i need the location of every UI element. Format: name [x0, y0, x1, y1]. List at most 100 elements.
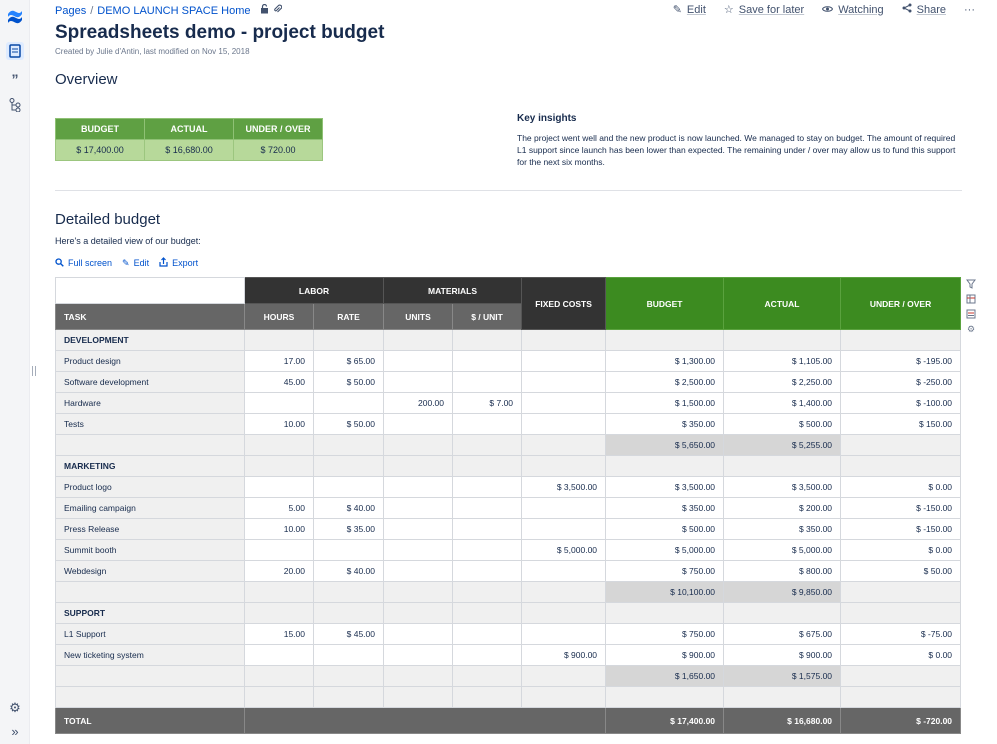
cell-hours[interactable]	[244, 644, 314, 666]
lock-icon[interactable]	[260, 3, 269, 17]
cell-per-unit[interactable]	[452, 560, 523, 582]
cell-per-unit[interactable]	[452, 476, 523, 498]
cell-under-over[interactable]: $ -75.00	[840, 623, 962, 645]
cell-budget[interactable]: $ 350.00	[605, 497, 725, 519]
save-for-later-button[interactable]: ☆ Save for later	[724, 3, 804, 17]
cell-hours[interactable]: 17.00	[244, 350, 314, 372]
cell-task[interactable]: Press Release	[55, 518, 245, 540]
cell-task[interactable]: Hardware	[55, 392, 245, 414]
cell-hours[interactable]: 45.00	[244, 371, 314, 393]
expand-icon[interactable]: »	[6, 722, 24, 740]
cell-fixed-costs[interactable]	[521, 350, 607, 372]
cell-rate[interactable]: $ 35.00	[312, 518, 385, 540]
quote-icon[interactable]: ”	[6, 70, 24, 88]
cell-rate[interactable]: $ 50.00	[312, 413, 385, 435]
cell-task[interactable]: Software development	[55, 371, 245, 393]
cell-actual[interactable]: $ 2,250.00	[723, 371, 842, 393]
cell-fixed-costs[interactable]	[521, 560, 607, 582]
cell-actual[interactable]: $ 5,000.00	[723, 539, 842, 561]
cell-actual[interactable]: $ 500.00	[723, 413, 842, 435]
cell-actual[interactable]: $ 350.00	[723, 518, 842, 540]
cell-under-over[interactable]: $ 0.00	[840, 644, 962, 666]
cell-task[interactable]: L1 Support	[55, 623, 245, 645]
cell-per-unit[interactable]	[452, 371, 523, 393]
confluence-logo-icon[interactable]	[6, 8, 24, 26]
cell-task[interactable]: New ticketing system	[55, 644, 245, 666]
cell-units[interactable]	[383, 476, 454, 498]
cell-hours[interactable]: 10.00	[244, 413, 314, 435]
cell-fixed-costs[interactable]	[521, 413, 607, 435]
gear-icon[interactable]: ⚙	[967, 324, 975, 335]
cell-hours[interactable]	[244, 392, 314, 414]
cell-fixed-costs[interactable]: $ 900.00	[521, 644, 607, 666]
cell-rate[interactable]: $ 40.00	[312, 560, 385, 582]
cell-per-unit[interactable]	[452, 497, 523, 519]
cell-rate[interactable]: $ 45.00	[312, 623, 385, 645]
cell-under-over[interactable]: $ 0.00	[840, 476, 962, 498]
cell-actual[interactable]: $ 1,400.00	[723, 392, 842, 414]
cell-under-over[interactable]: $ -195.00	[840, 350, 962, 372]
filter-icon[interactable]	[966, 279, 976, 291]
cell-units[interactable]	[383, 413, 454, 435]
spreadsheet-edit-button[interactable]: ✎ Edit	[122, 257, 149, 269]
cell-fixed-costs[interactable]	[521, 497, 607, 519]
cell-actual[interactable]: $ 3,500.00	[723, 476, 842, 498]
sidebar-resize-handle[interactable]	[32, 366, 36, 376]
cell-units[interactable]	[383, 497, 454, 519]
chart-icon[interactable]	[966, 309, 976, 321]
cell-actual[interactable]: $ 900.00	[723, 644, 842, 666]
cell-under-over[interactable]: $ 150.00	[840, 413, 962, 435]
cell-task[interactable]: Product logo	[55, 476, 245, 498]
cell-units[interactable]	[383, 350, 454, 372]
cell-rate[interactable]	[312, 644, 385, 666]
cell-actual[interactable]: $ 675.00	[723, 623, 842, 645]
cell-rate[interactable]: $ 65.00	[312, 350, 385, 372]
breadcrumb-pages[interactable]: Pages	[55, 5, 86, 17]
table-icon[interactable]	[966, 294, 976, 306]
cell-rate[interactable]: $ 40.00	[312, 497, 385, 519]
cell-units[interactable]	[383, 518, 454, 540]
cell-hours[interactable]	[244, 476, 314, 498]
full-screen-button[interactable]: Full screen	[55, 257, 112, 269]
watching-button[interactable]: Watching	[822, 4, 884, 16]
cell-actual[interactable]: $ 200.00	[723, 497, 842, 519]
cell-under-over[interactable]: $ 50.00	[840, 560, 962, 582]
cell-per-unit[interactable]	[452, 644, 523, 666]
cell-rate[interactable]	[312, 392, 385, 414]
cell-task[interactable]: Tests	[55, 413, 245, 435]
cell-per-unit[interactable]	[452, 539, 523, 561]
edit-button[interactable]: ✎ Edit	[673, 3, 706, 17]
more-actions-button[interactable]: ···	[964, 4, 975, 16]
cell-per-unit[interactable]	[452, 413, 523, 435]
settings-icon[interactable]: ⚙	[6, 699, 24, 717]
cell-actual[interactable]: $ 1,105.00	[723, 350, 842, 372]
cell-rate[interactable]	[312, 539, 385, 561]
cell-budget[interactable]: $ 350.00	[605, 413, 725, 435]
cell-hours[interactable]: 5.00	[244, 497, 314, 519]
cell-budget[interactable]: $ 5,000.00	[605, 539, 725, 561]
tree-icon[interactable]	[6, 96, 24, 114]
cell-per-unit[interactable]: $ 7.00	[452, 392, 523, 414]
cell-units[interactable]	[383, 371, 454, 393]
attachment-icon[interactable]	[273, 4, 283, 17]
cell-task[interactable]: Summit booth	[55, 539, 245, 561]
cell-units[interactable]: 200.00	[383, 392, 454, 414]
cell-under-over[interactable]: $ 0.00	[840, 539, 962, 561]
cell-budget[interactable]: $ 1,500.00	[605, 392, 725, 414]
cell-budget[interactable]: $ 2,500.00	[605, 371, 725, 393]
cell-fixed-costs[interactable]	[521, 392, 607, 414]
share-button[interactable]: Share	[902, 3, 946, 16]
cell-fixed-costs[interactable]	[521, 623, 607, 645]
cell-budget[interactable]: $ 3,500.00	[605, 476, 725, 498]
cell-budget[interactable]: $ 1,300.00	[605, 350, 725, 372]
cell-hours[interactable]: 20.00	[244, 560, 314, 582]
cell-under-over[interactable]: $ -150.00	[840, 497, 962, 519]
cell-units[interactable]	[383, 539, 454, 561]
cell-per-unit[interactable]	[452, 623, 523, 645]
cell-rate[interactable]	[312, 476, 385, 498]
cell-hours[interactable]: 10.00	[244, 518, 314, 540]
cell-units[interactable]	[383, 644, 454, 666]
cell-fixed-costs[interactable]: $ 5,000.00	[521, 539, 607, 561]
export-button[interactable]: Export	[159, 257, 198, 269]
cell-under-over[interactable]: $ -150.00	[840, 518, 962, 540]
